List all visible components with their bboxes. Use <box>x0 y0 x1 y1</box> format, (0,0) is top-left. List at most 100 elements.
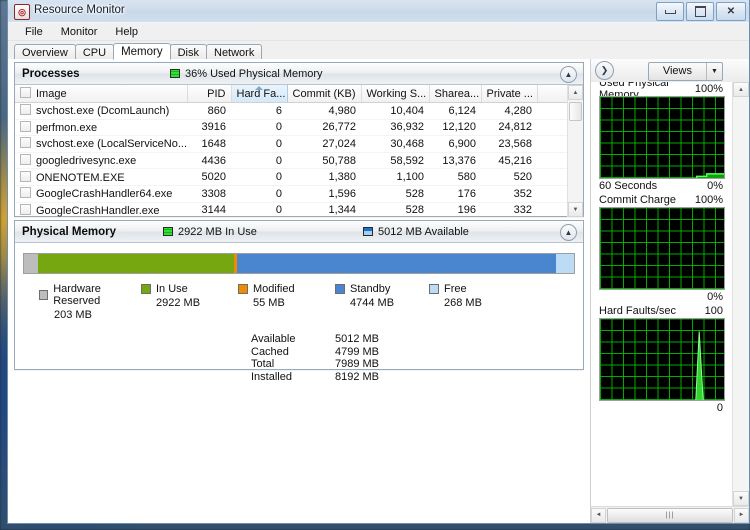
graph-min-used-physical-memory: 0% <box>707 180 723 192</box>
right-pane-vertical-scrollbar[interactable]: ▲ ▼ <box>732 82 749 506</box>
legend-item-modified: Modified 55 MB <box>238 283 335 321</box>
graph-hard-faults <box>599 318 725 401</box>
processes-scroll-down-arrow-icon[interactable]: ▼ <box>568 202 583 217</box>
chevron-down-icon[interactable]: ▼ <box>706 63 722 80</box>
table-row[interactable]: perfmon.exe 3916 0 26,772 36,932 12,120 24,812 <box>15 119 583 137</box>
legend-item-free: Free 268 MB <box>429 283 509 321</box>
menu-file[interactable]: File <box>16 25 52 39</box>
physical-memory-collapse-chevron-icon[interactable]: ▲ <box>560 224 577 241</box>
legend-label: In Use <box>156 283 188 295</box>
expand-chevron-right-icon[interactable]: ❯ <box>595 61 614 80</box>
memory-segment-free <box>555 254 574 273</box>
green-swatch-icon <box>163 227 173 236</box>
select-all-checkbox[interactable] <box>20 87 31 98</box>
memory-in-use-status: 2922 MB In Use <box>163 226 257 238</box>
table-row[interactable]: svchost.exe (DcomLaunch) 860 6 4,980 10,404 6… <box>15 102 583 120</box>
legend-value: 55 MB <box>253 297 285 309</box>
legend-item-standby: Standby 4744 MB <box>335 283 429 321</box>
column-header-private[interactable]: Private ... <box>481 85 538 103</box>
memory-stat-installed: Installed 8192 MB <box>251 371 583 384</box>
process-working-set-cell: 528 <box>361 202 429 217</box>
tab-overview[interactable]: Overview <box>14 44 76 59</box>
process-image-cell: perfmon.exe <box>15 119 187 137</box>
table-row[interactable]: GoogleCrashHandler.exe 3144 0 1,344 528 196 33… <box>15 202 583 217</box>
process-image-cell: svchost.exe (DcomLaunch) <box>15 102 187 120</box>
graph-label-hard-faults: Hard Faults/sec 100 <box>599 304 725 318</box>
process-checkbox[interactable] <box>20 137 31 149</box>
stat-key: Cached <box>251 345 289 358</box>
process-private-cell: 23,568 <box>481 135 537 153</box>
right-pane-scroll-up-arrow-icon[interactable]: ▲ <box>733 82 749 97</box>
processes-panel-header[interactable]: Processes 36% Used Physical Memory ▲ <box>15 63 583 85</box>
process-hard-faults-cell: 0 <box>231 152 287 170</box>
process-checkbox[interactable] <box>20 187 31 199</box>
processes-vertical-scrollbar[interactable]: ▲ ▼ <box>567 85 583 217</box>
tab-disk[interactable]: Disk <box>169 44 207 59</box>
content-area: Processes 36% Used Physical Memory ▲ Ima… <box>8 59 749 523</box>
right-pane-scroll-down-arrow-icon[interactable]: ▼ <box>733 491 749 506</box>
table-row[interactable]: googledrivesync.exe 4436 0 50,788 58,592 13,3… <box>15 152 583 170</box>
process-hard-faults-cell: 0 <box>231 135 287 153</box>
column-header-hard-faults[interactable]: Hard Fa... <box>230 85 288 103</box>
table-row[interactable]: svchost.exe (LocalServiceNo... 1648 0 27,02… <box>15 135 583 153</box>
resource-monitor-window: ◎ Resource Monitor ✕ File Monitor Help O… <box>7 0 750 524</box>
column-header-image[interactable]: Image <box>15 85 188 103</box>
views-button[interactable]: Views ▼ <box>647 62 723 81</box>
title-bar: ◎ Resource Monitor ✕ <box>8 0 749 23</box>
process-pid-cell: 5020 <box>187 168 231 186</box>
tab-network[interactable]: Network <box>206 44 263 59</box>
legend-swatch-icon <box>238 284 248 294</box>
process-checkbox[interactable] <box>20 104 31 116</box>
process-checkbox[interactable] <box>20 120 31 132</box>
column-header-commit[interactable]: Commit (KB) <box>287 85 362 103</box>
process-checkbox[interactable] <box>20 170 31 182</box>
maximize-button[interactable] <box>686 2 714 21</box>
legend-swatch-icon <box>429 284 439 294</box>
hscroll-right-arrow-icon[interactable]: ► <box>734 507 749 523</box>
tab-cpu[interactable]: CPU <box>74 44 115 59</box>
process-commit-cell: 1,596 <box>287 185 361 203</box>
hscroll-left-arrow-icon[interactable]: ◄ <box>591 507 606 523</box>
process-working-set-cell: 58,592 <box>361 152 429 170</box>
menu-help[interactable]: Help <box>106 25 147 39</box>
graph-label-commit-charge: Commit Charge 100% <box>599 193 725 207</box>
memory-stat-available: Available 5012 MB <box>251 333 583 346</box>
graphs-container: Used Physical Memory 100% 60 Seconds 0% <box>591 82 733 506</box>
graph-max-commit-charge: 100% <box>694 194 723 206</box>
window-controls: ✕ <box>656 2 746 21</box>
column-header-working-set[interactable]: Working S... <box>361 85 430 103</box>
stat-value: 4799 MB <box>334 345 379 358</box>
process-private-cell: 520 <box>481 168 537 186</box>
processes-scroll-thumb[interactable] <box>569 102 582 121</box>
column-header-pid[interactable]: PID <box>187 85 232 103</box>
hscroll-thumb[interactable]: ||| <box>607 507 733 523</box>
table-row[interactable]: GoogleCrashHandler64.exe 3308 0 1,596 528 176… <box>15 185 583 203</box>
processes-table-body: svchost.exe (DcomLaunch) 860 6 4,980 10,404 6… <box>15 102 583 217</box>
memory-stat-total: Total 7989 MB <box>251 358 583 371</box>
legend-label: Standby <box>350 283 391 295</box>
table-row[interactable]: ONENOTEM.EXE 5020 0 1,380 1,100 580 520 <box>15 168 583 186</box>
tab-bar: Overview CPU Memory Disk Network <box>8 41 749 60</box>
legend-value: 203 MB <box>54 309 92 321</box>
physical-memory-panel-header[interactable]: Physical Memory 2922 MB In Use 5012 MB A… <box>15 221 583 243</box>
close-button[interactable]: ✕ <box>716 2 746 21</box>
memory-available-status: 5012 MB Available <box>363 226 469 238</box>
blue-swatch-icon <box>363 227 373 236</box>
process-hard-faults-cell: 6 <box>231 102 287 120</box>
process-pid-cell: 3144 <box>187 202 231 217</box>
process-checkbox[interactable] <box>20 203 31 215</box>
processes-collapse-chevron-icon[interactable]: ▲ <box>560 66 577 83</box>
minimize-button[interactable] <box>656 2 684 21</box>
process-private-cell: 24,812 <box>481 119 537 137</box>
menu-monitor[interactable]: Monitor <box>52 25 107 39</box>
process-checkbox[interactable] <box>20 154 31 166</box>
right-pane-horizontal-scrollbar[interactable]: ◄ ||| ► <box>591 506 749 523</box>
process-pid-cell: 1648 <box>187 135 231 153</box>
process-commit-cell: 4,980 <box>287 102 361 120</box>
process-shareable-cell: 580 <box>429 168 481 186</box>
column-header-shareable[interactable]: Sharea... <box>429 85 482 103</box>
processes-scroll-up-arrow-icon[interactable]: ▲ <box>568 85 583 100</box>
memory-usage-bar <box>23 253 575 274</box>
process-commit-cell: 50,788 <box>287 152 361 170</box>
tab-memory[interactable]: Memory <box>113 43 171 60</box>
